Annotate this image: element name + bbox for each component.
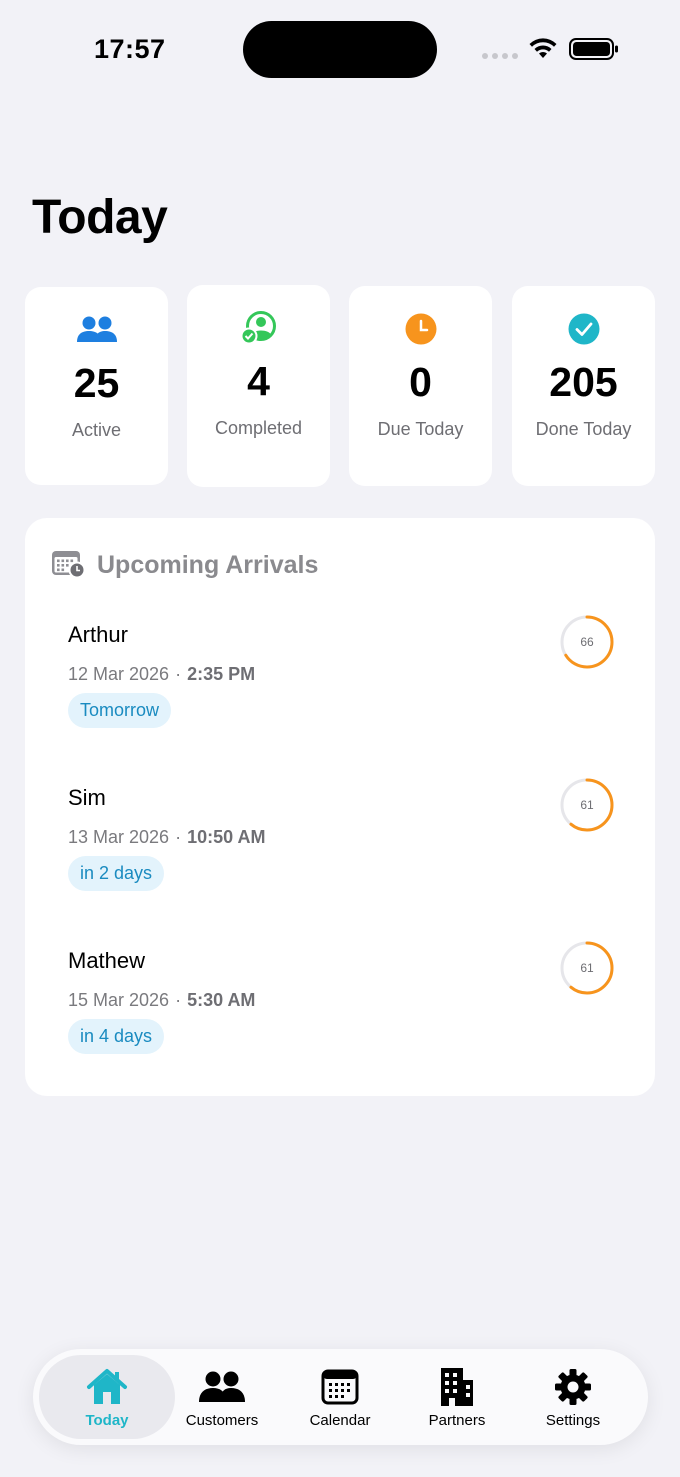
arrival-item[interactable]: Arthur 12 Mar 2026 · 2:35 PM Tomorrow 66 xyxy=(68,615,628,742)
tab-bar: Today Customers Calendar Partners Settin… xyxy=(33,1349,648,1445)
score-value: 66 xyxy=(580,635,594,649)
arrival-datetime: 12 Mar 2026 · 2:35 PM xyxy=(68,664,255,685)
stat-value: 25 xyxy=(73,360,120,406)
calendar-clock-icon xyxy=(51,548,86,583)
arrival-name: Mathew xyxy=(68,948,146,973)
dynamic-island xyxy=(243,21,437,78)
arrival-date: 12 Mar 2026 xyxy=(68,664,170,684)
arrival-time: 10:50 AM xyxy=(187,827,266,847)
score-value: 61 xyxy=(580,798,594,812)
arrival-name: Arthur xyxy=(68,622,128,647)
arrival-relative-badge: in 4 days xyxy=(68,1019,165,1054)
wifi-icon xyxy=(529,38,557,58)
arrival-datetime: 15 Mar 2026 · 5:30 AM xyxy=(68,990,255,1011)
score-value: 61 xyxy=(580,961,594,975)
arrival-item[interactable]: Sim 13 Mar 2026 · 10:50 AM in 2 days 61 xyxy=(68,778,628,905)
score-ring: 66 xyxy=(559,614,615,670)
clock-icon xyxy=(405,313,437,345)
tab-customers[interactable]: Customers xyxy=(164,1355,280,1439)
arrival-relative-badge: in 2 days xyxy=(68,856,165,891)
separator: · xyxy=(175,664,182,684)
arrival-relative-badge: Tomorrow xyxy=(68,693,172,728)
tab-settings[interactable]: Settings xyxy=(515,1355,631,1439)
tab-label: Customers xyxy=(185,1412,259,1429)
arrival-date: 13 Mar 2026 xyxy=(68,827,170,847)
screen: 17:57 Today 25 Active 4 Completed 0 Due … xyxy=(0,0,680,1477)
cellular-signal-icon xyxy=(482,53,518,59)
gear-icon xyxy=(554,1367,592,1407)
stat-label: Done Today xyxy=(535,419,632,439)
stat-card-completed[interactable]: 4 Completed xyxy=(187,285,330,487)
tab-label: Today xyxy=(85,1412,129,1429)
stat-label: Due Today xyxy=(377,419,464,439)
arrival-datetime: 13 Mar 2026 · 10:50 AM xyxy=(68,827,265,848)
stat-label: Active xyxy=(71,420,122,440)
house-icon xyxy=(85,1367,129,1407)
upcoming-arrivals-card: Upcoming Arrivals Arthur 12 Mar 2026 · 2:3… xyxy=(25,518,655,1096)
stat-card-done-today[interactable]: 205 Done Today xyxy=(512,286,655,486)
tab-partners[interactable]: Partners xyxy=(399,1355,515,1439)
battery-icon xyxy=(569,38,618,60)
building-icon xyxy=(439,1367,475,1407)
tab-today[interactable]: Today xyxy=(39,1355,175,1439)
stat-label: Completed xyxy=(214,418,303,438)
stat-card-due-today[interactable]: 0 Due Today xyxy=(349,286,492,486)
arrival-time: 2:35 PM xyxy=(187,664,256,684)
upcoming-arrivals-title: Upcoming Arrivals xyxy=(97,551,319,579)
status-time: 17:57 xyxy=(94,34,166,64)
calendar-icon xyxy=(321,1367,359,1407)
score-ring: 61 xyxy=(559,777,615,833)
separator: · xyxy=(175,990,182,1010)
arrival-date: 15 Mar 2026 xyxy=(68,990,170,1010)
score-ring: 61 xyxy=(559,940,615,996)
stat-card-active[interactable]: 25 Active xyxy=(25,287,168,485)
people-icon xyxy=(198,1367,246,1407)
checkmark-circle-icon xyxy=(568,313,600,345)
arrival-name: Sim xyxy=(68,785,106,810)
arrival-time: 5:30 AM xyxy=(187,990,256,1010)
arrival-item[interactable]: Mathew 15 Mar 2026 · 5:30 AM in 4 days 61 xyxy=(68,941,628,1068)
stat-value: 0 xyxy=(409,359,432,405)
page-title: Today xyxy=(32,191,168,244)
stat-value: 205 xyxy=(549,359,618,405)
person-check-icon xyxy=(239,311,279,345)
tab-label: Calendar xyxy=(309,1412,371,1429)
tab-label: Settings xyxy=(545,1412,601,1429)
people-icon xyxy=(76,314,118,346)
tab-label: Partners xyxy=(428,1412,486,1429)
tab-calendar[interactable]: Calendar xyxy=(282,1355,398,1439)
upcoming-arrivals-header: Upcoming Arrivals xyxy=(51,548,318,583)
separator: · xyxy=(175,827,182,847)
stat-value: 4 xyxy=(247,358,270,404)
